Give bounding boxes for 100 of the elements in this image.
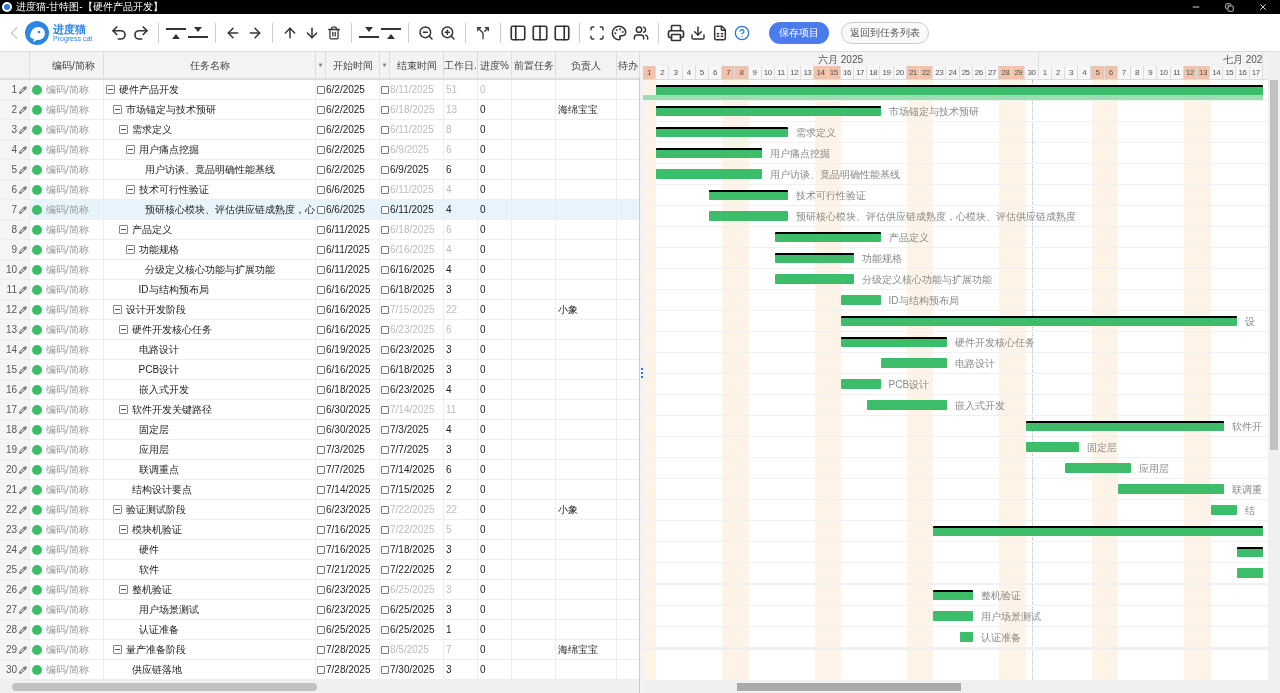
pencil-icon[interactable] [19, 585, 27, 594]
checkbox[interactable] [381, 145, 389, 154]
checkbox[interactable] [381, 225, 389, 234]
checkbox[interactable] [317, 105, 325, 114]
checkbox[interactable] [317, 405, 325, 414]
checkbox[interactable] [317, 625, 325, 634]
table-row[interactable]: 23 编码/简称 模块机验证 7/16/2025 7/22/2025 5 0 [0, 520, 639, 540]
collapse-icon[interactable] [112, 305, 122, 314]
horizontal-scrollbar[interactable] [643, 680, 1280, 693]
summary-bar[interactable] [656, 85, 1264, 95]
checkbox[interactable] [381, 525, 389, 534]
collapse-icon[interactable] [106, 85, 115, 94]
column-header[interactable]: 负责人 [571, 57, 601, 73]
checkbox[interactable] [381, 565, 389, 574]
table-row[interactable]: 8 编码/简称 产品定义 6/11/2025 6/18/2025 6 0 [0, 220, 639, 240]
checkbox[interactable] [381, 425, 389, 434]
pencil-icon[interactable] [19, 105, 27, 114]
column-header[interactable]: 任务名称 [189, 57, 230, 73]
table-row[interactable]: 1 编码/简称 硬件产品开发 6/2/2025 8/11/2025 51 0 [0, 80, 639, 100]
close-icon[interactable] [1258, 2, 1268, 12]
column-header[interactable]: 前置任务 [513, 57, 554, 73]
pencil-icon[interactable] [19, 125, 27, 134]
pencil-icon[interactable] [19, 645, 27, 654]
collapse-icon[interactable] [125, 185, 135, 194]
table-row[interactable]: 2 编码/简称 市场锚定与技术预研 6/2/2025 6/18/2025 13 0 海绵宝宝 [0, 100, 639, 120]
pencil-icon[interactable] [19, 185, 27, 194]
checkbox[interactable] [381, 85, 389, 94]
checkbox[interactable] [317, 385, 325, 394]
pencil-icon[interactable] [19, 305, 27, 314]
pencil-icon[interactable] [19, 225, 27, 234]
checkbox[interactable] [381, 305, 389, 314]
checkbox[interactable] [317, 85, 325, 94]
checkbox[interactable] [317, 645, 325, 654]
table-row[interactable]: 12 编码/简称 设计开发阶段 6/16/2025 7/15/2025 22 0 小象 [0, 300, 639, 320]
checkbox[interactable] [317, 665, 325, 674]
pencil-icon[interactable] [19, 445, 27, 454]
indent-icon[interactable] [187, 24, 210, 41]
checkbox[interactable] [381, 165, 389, 174]
checkbox[interactable] [381, 405, 389, 414]
checkbox[interactable] [381, 545, 389, 554]
pencil-icon[interactable] [19, 605, 27, 614]
collapse-icon[interactable] [112, 105, 122, 114]
checkbox[interactable] [317, 485, 325, 494]
summary-bar[interactable] [775, 253, 855, 263]
checkbox[interactable] [317, 545, 325, 554]
summary-bar[interactable] [933, 526, 1264, 536]
table-row[interactable]: 7 编码/简称 预研核心模块、评估供应链成熟度，心 6/6/2025 6/11/2025 4 0 [0, 200, 639, 220]
pencil-icon[interactable] [19, 365, 27, 374]
pencil-icon[interactable] [19, 205, 27, 214]
table-row[interactable]: 26 编码/简称 整机验证 6/23/2025 6/25/2025 3 0 [0, 580, 639, 600]
column-header[interactable]: 进度% [480, 57, 509, 73]
table-row[interactable]: 28 编码/简称 认证准备 6/25/2025 6/25/2025 1 0 [0, 620, 639, 640]
table-row[interactable]: 15 编码/简称 PCB设计 6/16/2025 6/18/2025 3 0 [0, 360, 639, 380]
vertical-scrollbar[interactable] [1268, 52, 1280, 680]
column-header[interactable]: 开始时间 [332, 57, 373, 73]
summary-bar[interactable] [709, 190, 789, 200]
collapse-icon[interactable] [119, 585, 128, 594]
column-header[interactable]: 编码/简称 [52, 57, 95, 73]
table-row[interactable]: 19 编码/简称 应用层 7/3/2025 7/7/2025 3 0 [0, 440, 639, 460]
column-header[interactable]: 结束时间 [396, 57, 437, 73]
table-row[interactable]: 3 编码/简称 需求定义 6/2/2025 6/11/2025 8 0 [0, 120, 639, 140]
table-row[interactable]: 17 编码/简称 软件开发关键路径 6/30/2025 7/14/2025 11 0 [0, 400, 639, 420]
checkbox[interactable] [317, 465, 325, 474]
checkbox[interactable] [381, 485, 389, 494]
pencil-icon[interactable] [19, 665, 27, 674]
checkbox[interactable] [381, 365, 389, 374]
summary-bar[interactable] [656, 106, 881, 116]
table-row[interactable]: 18 编码/简称 固定层 6/30/2025 7/3/2025 4 0 [0, 420, 639, 440]
checkbox[interactable] [381, 245, 389, 254]
summary-bar[interactable] [841, 337, 947, 347]
checkbox[interactable] [381, 185, 389, 194]
summary-bar[interactable] [841, 316, 1237, 326]
checkbox[interactable] [317, 585, 325, 594]
table-row[interactable]: 21 编码/简称 结构设计要点 7/14/2025 7/15/2025 2 0 [0, 480, 639, 500]
checkbox[interactable] [381, 105, 389, 114]
checkbox[interactable] [381, 665, 389, 674]
checkbox[interactable] [317, 605, 325, 614]
checkbox[interactable] [381, 585, 389, 594]
collapse-icon[interactable] [112, 505, 122, 514]
checkbox[interactable] [381, 125, 389, 134]
table-row[interactable]: 14 编码/简称 电路设计 6/19/2025 6/23/2025 3 0 [0, 340, 639, 360]
pencil-icon[interactable] [19, 145, 27, 154]
pencil-icon[interactable] [19, 325, 27, 334]
table-row[interactable]: 22 编码/简称 验证测试阶段 6/23/2025 7/22/2025 22 0 小象 [0, 500, 639, 520]
checkbox[interactable] [317, 225, 325, 234]
pencil-icon[interactable] [19, 545, 27, 554]
pencil-icon[interactable] [19, 385, 27, 394]
collapse-icon[interactable] [125, 245, 135, 254]
collapse-icon[interactable] [119, 405, 128, 414]
pencil-icon[interactable] [19, 265, 27, 274]
pencil-icon[interactable] [19, 285, 27, 294]
checkbox[interactable] [317, 145, 325, 154]
collapse-icon[interactable] [119, 225, 128, 234]
checkbox[interactable] [381, 465, 389, 474]
table-row[interactable]: 16 编码/简称 嵌入式开发 6/18/2025 6/23/2025 4 0 [0, 380, 639, 400]
collapse-icon[interactable] [125, 145, 135, 154]
table-row[interactable]: 24 编码/简称 硬件 7/16/2025 7/18/2025 3 0 [0, 540, 639, 560]
table-row[interactable]: 11 编码/简称 ID与结构预布局 6/16/2025 6/18/2025 3 0 [0, 280, 639, 300]
pencil-icon[interactable] [19, 525, 27, 534]
checkbox[interactable] [381, 265, 389, 274]
